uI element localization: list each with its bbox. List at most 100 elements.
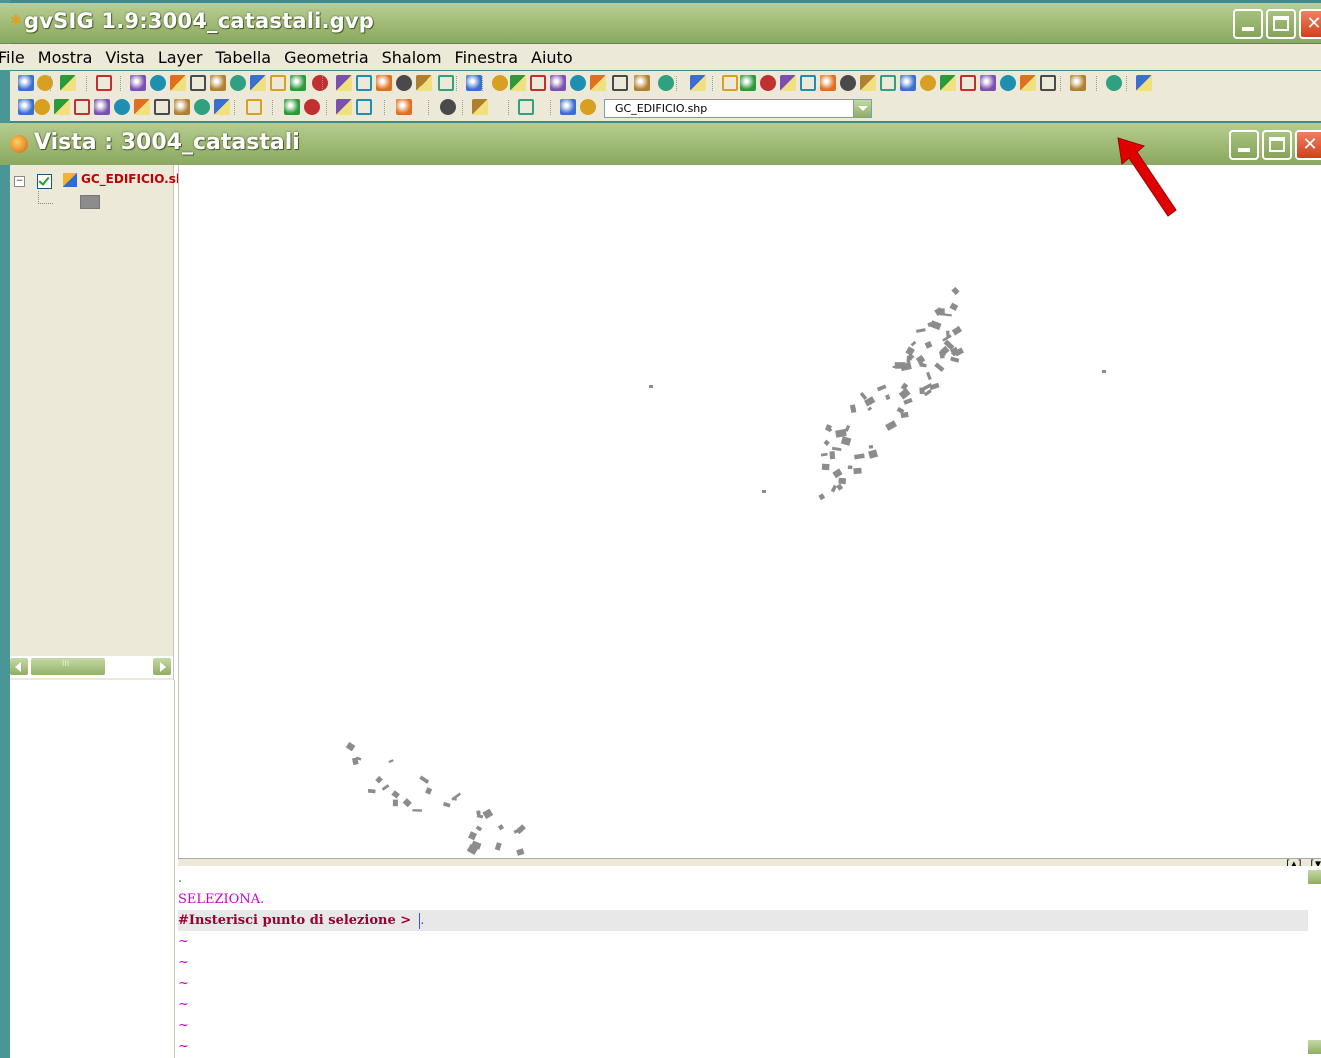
main-tool-8-icon[interactable] bbox=[190, 75, 206, 91]
edit-tool-16-icon[interactable] bbox=[356, 99, 372, 115]
edit-tool-8-icon[interactable] bbox=[154, 99, 170, 115]
main-tool-36-icon[interactable] bbox=[800, 75, 816, 91]
main-tool-40-icon[interactable] bbox=[880, 75, 896, 91]
main-tool-20-icon[interactable] bbox=[438, 75, 454, 91]
main-tool-9-icon[interactable] bbox=[210, 75, 226, 91]
close-button[interactable]: ✕ bbox=[1299, 9, 1321, 39]
scroll-up-button[interactable] bbox=[1308, 870, 1321, 884]
edit-tool-14-icon[interactable] bbox=[304, 99, 320, 115]
menu-file[interactable]: File bbox=[0, 48, 25, 67]
edit-tool-11-icon[interactable] bbox=[214, 99, 230, 115]
main-tool-31-icon[interactable] bbox=[690, 75, 706, 91]
app-titlebar[interactable]: ✱ gvSIG 1.9:3004_catastali.gvp ✕ bbox=[0, 3, 1321, 43]
edit-tool-22-icon[interactable] bbox=[580, 99, 596, 115]
main-tool-49-icon[interactable] bbox=[1070, 75, 1086, 91]
main-tool-21-icon[interactable] bbox=[466, 75, 482, 91]
menu-layer[interactable]: Layer bbox=[158, 48, 203, 67]
main-tool-12-icon[interactable] bbox=[270, 75, 286, 91]
main-tool-44-icon[interactable] bbox=[960, 75, 976, 91]
main-tool-5-icon[interactable] bbox=[130, 75, 146, 91]
main-tool-46-icon[interactable] bbox=[1000, 75, 1016, 91]
main-tool-24-icon[interactable] bbox=[530, 75, 546, 91]
main-tool-47-icon[interactable] bbox=[1020, 75, 1036, 91]
main-tool-23-icon[interactable] bbox=[510, 75, 526, 91]
main-tool-18-icon[interactable] bbox=[396, 75, 412, 91]
main-tool-16-icon[interactable] bbox=[356, 75, 372, 91]
edit-tool-18-icon[interactable] bbox=[440, 99, 456, 115]
view-minimize-button[interactable] bbox=[1229, 130, 1259, 160]
edit-tool-7-icon[interactable] bbox=[134, 99, 150, 115]
main-tool-35-icon[interactable] bbox=[780, 75, 796, 91]
main-tool-1-icon[interactable] bbox=[18, 75, 34, 91]
main-tool-41-icon[interactable] bbox=[900, 75, 916, 91]
command-console[interactable]: . SELEZIONA. #Insterisci punto di selezion… bbox=[178, 866, 1308, 1058]
menu-mostra[interactable]: Mostra bbox=[38, 48, 93, 67]
main-tool-32-icon[interactable] bbox=[722, 75, 738, 91]
legend-swatch[interactable] bbox=[80, 195, 100, 209]
main-tool-19-icon[interactable] bbox=[416, 75, 432, 91]
main-tool-42-icon[interactable] bbox=[920, 75, 936, 91]
scroll-thumb[interactable]: III bbox=[31, 658, 105, 675]
collapse-icon[interactable]: − bbox=[14, 176, 25, 187]
main-tool-39-icon[interactable] bbox=[860, 75, 876, 91]
toc-layer-label[interactable]: GC_EDIFICIO.sh bbox=[81, 172, 184, 186]
main-tool-10-icon[interactable] bbox=[230, 75, 246, 91]
menu-finestra[interactable]: Finestra bbox=[455, 48, 518, 67]
edit-tool-15-icon[interactable] bbox=[336, 99, 352, 115]
maximize-button[interactable] bbox=[1266, 9, 1296, 39]
main-tool-34-icon[interactable] bbox=[760, 75, 776, 91]
edit-tool-21-icon[interactable] bbox=[560, 99, 576, 115]
main-tool-7-icon[interactable] bbox=[170, 75, 186, 91]
main-tool-30-icon[interactable] bbox=[658, 75, 674, 91]
main-tool-17-icon[interactable] bbox=[376, 75, 392, 91]
main-tool-28-icon[interactable] bbox=[612, 75, 628, 91]
main-tool-51-icon[interactable] bbox=[1136, 75, 1152, 91]
scroll-left-button[interactable] bbox=[10, 658, 28, 675]
main-tool-6-icon[interactable] bbox=[150, 75, 166, 91]
edit-tool-10-icon[interactable] bbox=[194, 99, 210, 115]
edit-tool-2-icon[interactable] bbox=[34, 99, 50, 115]
menu-shalom[interactable]: Shalom bbox=[382, 48, 442, 67]
main-tool-43-icon[interactable] bbox=[940, 75, 956, 91]
chevron-down-icon[interactable] bbox=[853, 100, 871, 117]
console-prompt-line[interactable]: #Insterisci punto di selezione >. bbox=[178, 910, 1308, 931]
main-tool-45-icon[interactable] bbox=[980, 75, 996, 91]
main-tool-50-icon[interactable] bbox=[1106, 75, 1122, 91]
edit-tool-19-icon[interactable] bbox=[472, 99, 488, 115]
toc-layer-row[interactable]: − GC_EDIFICIO.sh bbox=[10, 169, 184, 191]
edit-tool-1-icon[interactable] bbox=[18, 99, 34, 115]
main-tool-37-icon[interactable] bbox=[820, 75, 836, 91]
scroll-down-button[interactable] bbox=[1308, 1040, 1321, 1054]
console-scrollbar[interactable] bbox=[1308, 866, 1321, 1058]
main-tool-38-icon[interactable] bbox=[840, 75, 856, 91]
edit-tool-4-icon[interactable] bbox=[74, 99, 90, 115]
scroll-right-button[interactable] bbox=[153, 658, 171, 675]
main-tool-48-icon[interactable] bbox=[1040, 75, 1056, 91]
edit-tool-12-icon[interactable] bbox=[246, 99, 262, 115]
menu-tabella[interactable]: Tabella bbox=[215, 48, 271, 67]
main-tool-15-icon[interactable] bbox=[336, 75, 352, 91]
edit-tool-6-icon[interactable] bbox=[114, 99, 130, 115]
main-tool-29-icon[interactable] bbox=[634, 75, 650, 91]
main-tool-13-icon[interactable] bbox=[290, 75, 306, 91]
menu-aiuto[interactable]: Aiuto bbox=[531, 48, 573, 67]
edit-tool-3-icon[interactable] bbox=[54, 99, 70, 115]
minimize-button[interactable] bbox=[1233, 9, 1263, 39]
view-maximize-button[interactable] bbox=[1262, 130, 1292, 160]
edit-tool-5-icon[interactable] bbox=[94, 99, 110, 115]
edit-tool-13-icon[interactable] bbox=[284, 99, 300, 115]
layer-combo[interactable]: GC_EDIFICIO.shp bbox=[604, 99, 872, 118]
main-tool-11-icon[interactable] bbox=[250, 75, 266, 91]
menu-vista[interactable]: Vista bbox=[105, 48, 144, 67]
main-tool-33-icon[interactable] bbox=[740, 75, 756, 91]
edit-tool-20-icon[interactable] bbox=[518, 99, 534, 115]
main-tool-22-icon[interactable] bbox=[492, 75, 508, 91]
menu-geometria[interactable]: Geometria bbox=[284, 48, 369, 67]
main-tool-3-icon[interactable] bbox=[60, 75, 76, 91]
main-tool-27-icon[interactable] bbox=[590, 75, 606, 91]
layer-visibility-checkbox[interactable] bbox=[37, 174, 52, 189]
map-canvas[interactable] bbox=[178, 165, 1321, 858]
main-tool-14-icon[interactable] bbox=[312, 75, 328, 91]
toc-horizontal-scrollbar[interactable]: III bbox=[10, 656, 173, 678]
main-tool-25-icon[interactable] bbox=[550, 75, 566, 91]
